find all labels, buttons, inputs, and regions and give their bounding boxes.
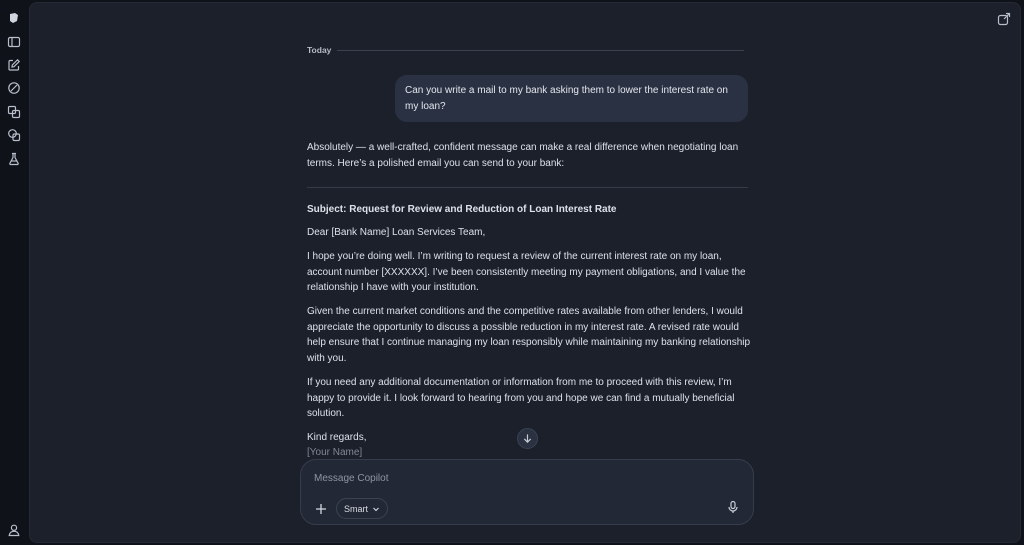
labs-icon[interactable]	[7, 152, 21, 166]
scroll-to-bottom-button[interactable]	[517, 428, 538, 449]
add-attachment-button[interactable]	[310, 498, 331, 519]
library-icon[interactable]	[7, 105, 21, 119]
plus-icon	[315, 503, 326, 514]
new-chat-icon[interactable]	[7, 58, 21, 72]
email-greeting: Dear [Bank Name] Loan Services Team,	[307, 227, 486, 238]
left-sidebar	[0, 0, 28, 545]
divider-line	[337, 49, 744, 51]
microphone-button[interactable]	[726, 500, 742, 516]
microphone-icon	[728, 500, 738, 513]
chevron-down-icon	[373, 507, 379, 511]
mode-selector-label: Smart	[344, 503, 369, 514]
mode-selector[interactable]: Smart	[336, 498, 389, 519]
message-composer[interactable]: Message Copilot Smart	[300, 459, 754, 525]
email-paragraph-3: If you need any additional documentation…	[307, 377, 735, 420]
email-paragraph-2: Given the current market conditions and …	[307, 306, 751, 364]
user-message: Can you write a mail to my bank asking t…	[395, 75, 748, 122]
assistant-intro: Absolutely — a well-crafted, confident m…	[307, 142, 739, 169]
arrow-down-icon	[523, 434, 532, 444]
copilot-logo-icon[interactable]	[7, 11, 21, 25]
profile-icon[interactable]	[7, 523, 21, 537]
email-subject: Subject: Request for Review and Reductio…	[307, 204, 617, 215]
pages-icon[interactable]	[7, 128, 21, 142]
answer-separator	[307, 187, 748, 188]
message-input[interactable]: Message Copilot	[314, 473, 388, 484]
share-icon[interactable]	[997, 12, 1011, 26]
chat-panel: Today Can you write a mail to my bank as…	[29, 2, 1021, 543]
sidebar-toggle-icon[interactable]	[7, 35, 21, 49]
date-divider-label: Today	[307, 45, 332, 55]
date-divider: Today	[307, 43, 744, 57]
email-paragraph-1: I hope you’re doing well. I’m writing to…	[307, 251, 746, 294]
discover-icon[interactable]	[7, 81, 21, 95]
